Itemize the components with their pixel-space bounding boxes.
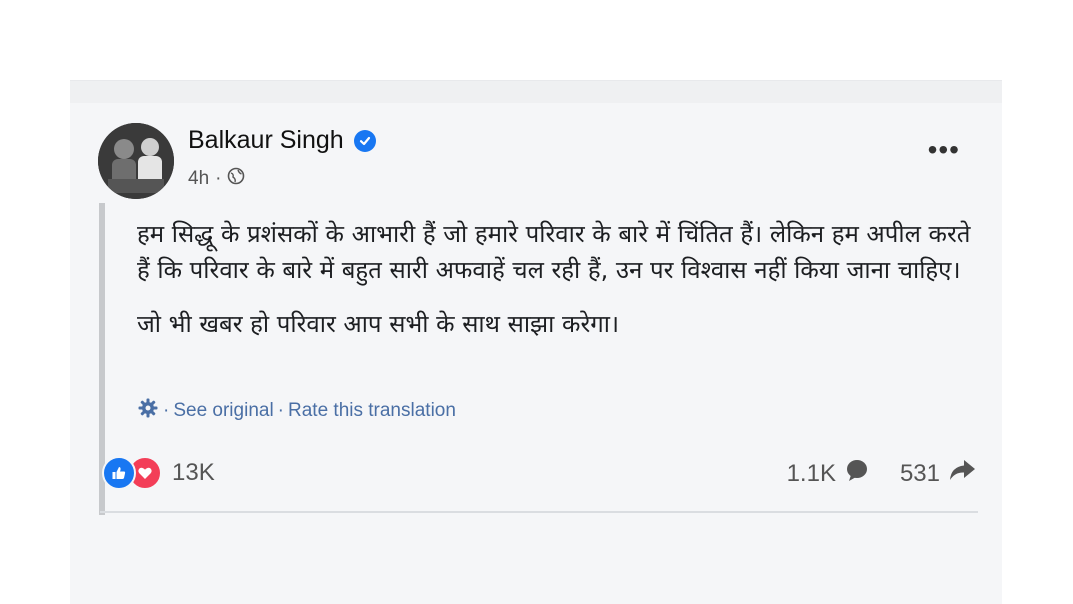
author-header: Balkaur Singh (188, 126, 376, 155)
like-icon (102, 456, 136, 490)
more-icon[interactable]: ••• (928, 136, 960, 164)
settings-gear-icon[interactable] (137, 397, 159, 425)
shares-count[interactable]: 531 (900, 460, 940, 488)
card-top-band (70, 81, 1002, 103)
post-paragraph: जो भी खबर हो परिवार आप सभी के साथ साझा क… (137, 310, 620, 338)
rate-translation-link[interactable]: Rate this translation (288, 400, 456, 422)
comments-count[interactable]: 1.1K (787, 460, 836, 488)
translation-bar: · See original · Rate this translation (137, 397, 456, 425)
reactions-count: 13K (172, 459, 215, 486)
post-card: Balkaur Singh 4h · ••• हम सिद्धू के प्रश… (70, 80, 1002, 604)
reaction-icons (102, 456, 162, 490)
verified-badge-icon (353, 129, 376, 152)
share-icon (948, 457, 976, 490)
post-paragraph: हम सिद्धू के प्रशंसकों के आभारी हैं जो ह… (137, 220, 971, 284)
translate-dot: · (163, 400, 170, 421)
post-time[interactable]: 4h (188, 168, 209, 190)
meta-separator: · (215, 168, 222, 189)
author-name[interactable]: Balkaur Singh (188, 126, 344, 155)
translate-dot: · (277, 400, 284, 421)
divider (100, 511, 978, 513)
comment-icon (844, 457, 870, 490)
reactions-summary[interactable]: 13K (102, 456, 215, 490)
globe-icon (227, 167, 245, 191)
post-meta: 4h · (188, 167, 245, 191)
post-body: हम सिद्धू के प्रशंसकों के आभारी हैं जो ह… (137, 216, 987, 360)
avatar[interactable] (98, 123, 174, 199)
engagement-stats: 1.1K 531 (787, 457, 976, 490)
see-original-link[interactable]: See original (173, 400, 273, 422)
